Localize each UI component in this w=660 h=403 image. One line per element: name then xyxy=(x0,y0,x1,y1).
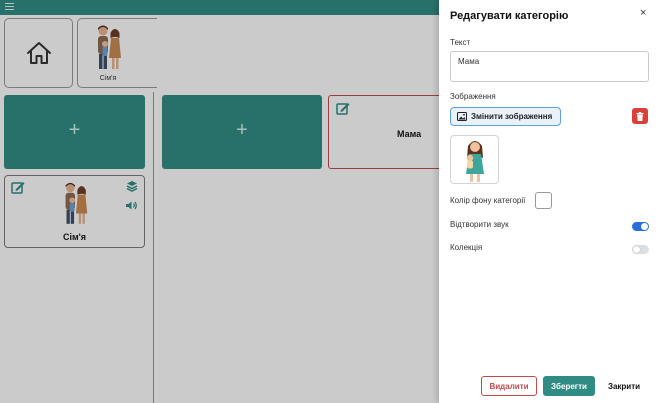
change-image-label: Змінити зображення xyxy=(471,112,553,121)
toggle-knob xyxy=(633,246,640,253)
toggle-knob xyxy=(641,223,648,230)
text-input[interactable]: Мама xyxy=(450,51,649,82)
mother-with-child-image xyxy=(466,141,484,182)
change-image-button[interactable]: Змінити зображення xyxy=(450,107,561,126)
close-icon[interactable]: × xyxy=(640,7,646,19)
image-preview xyxy=(450,135,499,184)
collection-label: Колекція xyxy=(450,243,483,252)
text-field-label: Текст xyxy=(450,38,471,47)
bg-color-label: Колір фону категорії xyxy=(450,196,526,205)
image-section-label: Зображення xyxy=(450,92,496,101)
collection-toggle[interactable] xyxy=(632,245,649,254)
play-sound-toggle[interactable] xyxy=(632,222,649,231)
close-button[interactable]: Закрити xyxy=(601,376,647,396)
delete-image-button[interactable] xyxy=(632,108,648,124)
image-icon xyxy=(457,112,467,121)
edit-category-panel: Редагувати категорію × Текст Мама Зображ… xyxy=(439,0,660,403)
trash-icon xyxy=(636,111,644,121)
bg-color-picker[interactable] xyxy=(535,192,552,209)
play-sound-label: Відтворити звук xyxy=(450,220,509,229)
save-button[interactable]: Зберегти xyxy=(543,376,595,396)
delete-button[interactable]: Видалити xyxy=(481,376,537,396)
panel-title: Редагувати категорію xyxy=(450,10,569,22)
